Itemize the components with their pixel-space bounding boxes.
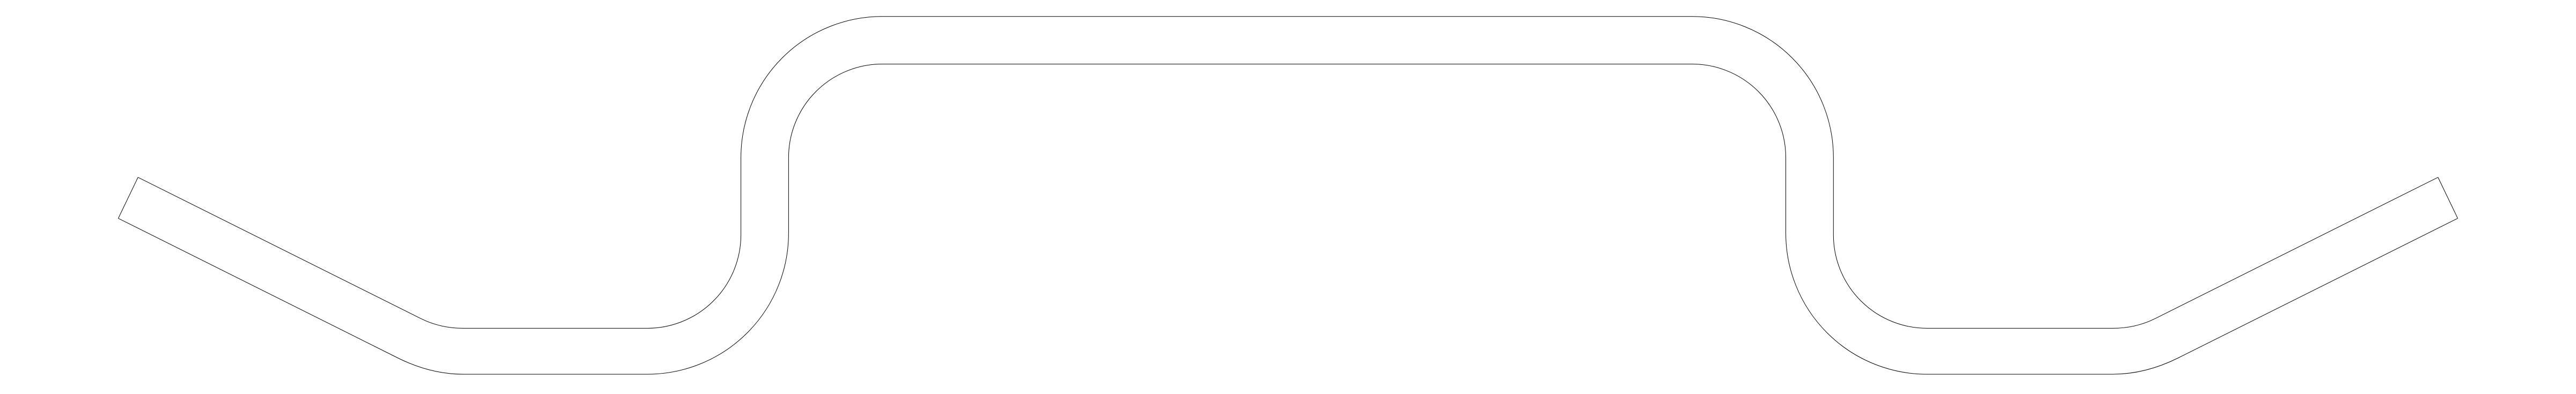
bracket-right-end-cap (2438, 177, 2458, 219)
bracket-left-end-cap (118, 177, 138, 219)
bracket-inner-edge (138, 17, 2438, 329)
bracket-outer-edge (118, 64, 2457, 375)
bracket-profile-drawing (0, 0, 2576, 394)
drawing-canvas (0, 0, 2576, 394)
